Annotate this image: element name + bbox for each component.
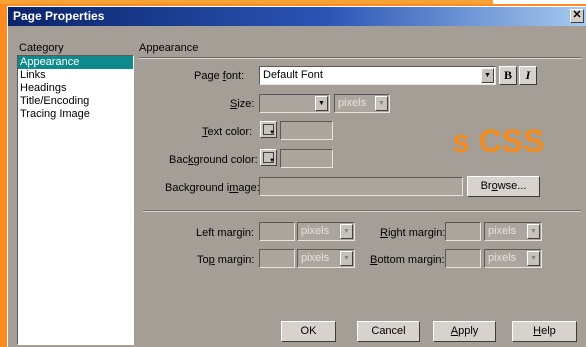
- background-color-picker[interactable]: ▼: [260, 149, 277, 166]
- ok-button[interactable]: OK: [281, 321, 336, 342]
- category-header: Category: [19, 42, 64, 54]
- section-divider: [139, 57, 582, 59]
- page-font-value: Default Font: [263, 69, 323, 81]
- bottom-margin-unit-select[interactable]: pixels ▼: [484, 249, 542, 268]
- category-list[interactable]: Appearance Links Headings Title/Encoding…: [17, 55, 134, 345]
- top-margin-input[interactable]: [259, 249, 295, 268]
- top-margin-unit-select[interactable]: pixels ▼: [297, 249, 355, 268]
- chevron-down-icon[interactable]: ▼: [340, 251, 353, 266]
- title-bar[interactable]: Page Properties ✕: [8, 7, 586, 26]
- apply-button[interactable]: Apply: [433, 321, 496, 342]
- size-label: Size:: [230, 98, 255, 110]
- window-title: Page Properties: [13, 9, 105, 23]
- left-margin-unit-select[interactable]: pixels ▼: [297, 222, 355, 241]
- margins-divider: [143, 210, 581, 212]
- cancel-button[interactable]: Cancel: [357, 321, 420, 342]
- category-item-headings[interactable]: Headings: [18, 82, 133, 95]
- background-image-input[interactable]: [259, 177, 463, 196]
- close-icon[interactable]: ✕: [570, 9, 584, 23]
- chevron-down-icon: ▼: [269, 158, 275, 164]
- background-strip: [0, 0, 586, 4]
- section-title: Appearance: [139, 42, 199, 54]
- page-font-select[interactable]: Default Font ▼: [259, 66, 496, 85]
- help-button[interactable]: Help: [512, 321, 577, 342]
- text-color-picker[interactable]: ▼: [260, 121, 277, 138]
- browse-button[interactable]: Browse...: [467, 176, 540, 197]
- size-select[interactable]: ▼: [259, 94, 330, 113]
- category-item-tracing-image[interactable]: Tracing Image: [18, 108, 133, 121]
- background-color-input[interactable]: [280, 149, 333, 168]
- text-color-label: Text color:: [202, 126, 253, 138]
- background-image-label: Background image:: [165, 182, 260, 194]
- page-font-label: Page font:: [194, 70, 245, 82]
- right-margin-input[interactable]: [445, 222, 481, 241]
- chevron-down-icon[interactable]: ▼: [481, 68, 494, 83]
- chevron-down-icon[interactable]: ▼: [315, 96, 328, 111]
- right-margin-unit-select[interactable]: pixels ▼: [484, 222, 542, 241]
- left-margin-label: Left margin:: [196, 227, 255, 239]
- text-color-input[interactable]: [280, 121, 333, 140]
- bottom-margin-label: Bottom margin:: [370, 254, 445, 266]
- top-margin-label: Top margin:: [197, 254, 255, 266]
- bold-button[interactable]: B: [499, 66, 517, 85]
- category-item-appearance[interactable]: Appearance: [18, 56, 133, 69]
- category-item-links[interactable]: Links: [18, 69, 133, 82]
- left-margin-input[interactable]: [259, 222, 295, 241]
- chevron-down-icon[interactable]: ▼: [340, 224, 353, 239]
- italic-button[interactable]: I: [519, 66, 537, 85]
- bottom-margin-input[interactable]: [445, 249, 481, 268]
- chevron-down-icon[interactable]: ▼: [527, 224, 540, 239]
- chevron-down-icon[interactable]: ▼: [375, 96, 388, 111]
- category-item-title-encoding[interactable]: Title/Encoding: [18, 95, 133, 108]
- css-overlay-text: s CSS: [452, 123, 545, 159]
- size-unit-select[interactable]: pixels ▼: [334, 94, 390, 113]
- background-strip-white: [493, 0, 586, 4]
- page-properties-dialog: Page Properties ✕ Category Appearance Li…: [7, 6, 586, 347]
- background-color-label: Background color:: [169, 154, 258, 166]
- right-margin-label: Right margin:: [380, 227, 446, 239]
- chevron-down-icon: ▼: [269, 130, 275, 136]
- chevron-down-icon[interactable]: ▼: [527, 251, 540, 266]
